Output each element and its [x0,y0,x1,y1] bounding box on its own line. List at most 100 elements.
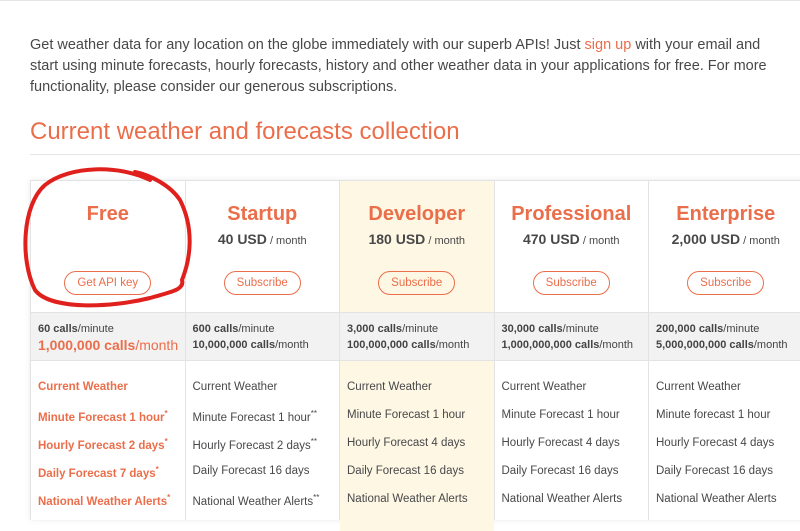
price-amount: 470 USD [522,231,580,247]
feature-item: Daily Forecast 16 days [656,465,800,493]
feature-list: Current Weather Minute Forecast 1 hour* Ho… [31,361,185,531]
subscribe-button[interactable]: Subscribe [378,271,456,295]
feature-item: Minute Forecast 1 hour [347,409,494,437]
feature-list: Current Weather Minute Forecast 1 hour** H… [186,361,340,531]
calls-month-unit: /month [275,339,309,351]
calls-per-minute: 60 calls/minute [38,321,185,337]
feature-item: Current Weather [347,381,494,409]
plan-price: 2,000 USD / month [649,231,800,249]
calls-per-month: 10,000,000 calls/month [193,337,340,353]
plan-header: Startup 40 USD / month Subscribe [186,181,340,312]
feature-label: Hourly Forecast 4 days [656,437,775,449]
plan-name: Enterprise [676,203,776,225]
feature-label: National Weather Alerts [347,493,468,505]
calls-min-unit: /minute [238,323,275,335]
feature-item: National Weather Alerts [656,493,800,521]
calls-min-value: 60 calls [38,323,78,335]
calls-month-value: 1,000,000 calls [38,337,136,353]
feature-label: National Weather Alerts [192,495,314,508]
feature-list: Current Weather Minute forecast 1 hour Hou… [649,361,800,531]
feature-item: Current Weather [38,381,185,409]
price-unit: / month [425,235,466,247]
feature-item: Current Weather [502,381,649,409]
calls-month-value: 10,000,000 calls [192,339,276,351]
price-amount: 180 USD [368,231,426,247]
calls-month-value: 1,000,000,000 calls [501,339,600,351]
plan-header: Professional 470 USD / month Subscribe [495,181,649,312]
feature-label: Hourly Forecast 2 days [38,439,165,452]
feature-item: Minute Forecast 1 hour [502,409,649,437]
calls-min-unit: /minute [723,323,760,335]
plan-price: 40 USD / month [186,231,340,249]
feature-item: Hourly Forecast 4 days [347,437,494,465]
calls-month-value: 100,000,000 calls [347,339,436,351]
feature-footnote-mark: * [167,493,171,502]
calls-month-unit: /month [435,339,470,351]
feature-item: Hourly Forecast 4 days [656,437,800,465]
plan-name: Developer [368,203,466,225]
feature-item: Daily Forecast 16 days [347,465,494,493]
feature-item: Daily Forecast 16 days [502,465,649,493]
get-api-key-button[interactable]: Get API key [64,271,152,295]
plan-header: Enterprise 2,000 USD / month Subscribe [649,181,800,312]
calls-per-month: 100,000,000 calls/month [347,337,494,353]
feature-item: National Weather Alerts [347,493,494,521]
feature-label: Daily Forecast 16 days [347,465,464,477]
feature-item: Daily Forecast 16 days [193,465,340,493]
price-unit: / month [266,235,307,247]
feature-item: Hourly Forecast 4 days [502,437,649,465]
feature-label: National Weather Alerts [656,493,777,505]
plan-call-limits: 600 calls/minute 10,000,000 calls/month [185,312,340,361]
calls-per-minute: 600 calls/minute [193,321,340,337]
feature-label: Current Weather [656,381,741,393]
feature-item: Hourly Forecast 2 days* [38,437,185,465]
feature-footnote-mark: * [155,465,159,474]
top-divider [0,0,800,1]
calls-per-month: 1,000,000 calls/month [38,337,185,353]
plan-price: 470 USD / month [495,231,649,249]
calls-min-value: 200,000 calls [656,323,724,335]
feature-label: Daily Forecast 16 days [192,465,310,477]
feature-label: Current Weather [192,381,278,393]
plan-call-limits: 30,000 calls/minute 1,000,000,000 calls/… [494,312,649,361]
plan-call-limits: 60 calls/minute 1,000,000 calls/month [31,312,185,361]
feature-footnote-mark: ** [310,409,317,418]
pricing-table: Free Get API key 60 calls/minute 1,000,0… [30,180,800,531]
plan-price: 180 USD / month [340,231,494,249]
calls-per-minute: 200,000 calls/minute [656,321,800,337]
feature-label: Hourly Forecast 4 days [501,437,620,449]
subscribe-button[interactable]: Subscribe [532,271,610,295]
feature-label: Minute forecast 1 hour [656,409,771,421]
calls-month-unit: /month [753,339,788,351]
subscribe-button[interactable]: Subscribe [687,271,765,295]
feature-label: National Weather Alerts [38,495,168,508]
calls-per-month: 1,000,000,000 calls/month [502,337,649,353]
plan-price [31,231,185,249]
plan-name: Free [86,203,129,225]
calls-min-unit: /minute [562,323,599,335]
feature-footnote-mark: * [164,409,168,418]
calls-per-minute: 30,000 calls/minute [502,321,649,337]
plan-call-limits: 200,000 calls/minute 5,000,000,000 calls… [649,312,800,361]
feature-label: Minute Forecast 1 hour [501,409,620,421]
feature-label: Current Weather [38,381,128,393]
feature-label: Hourly Forecast 4 days [347,437,466,449]
plan-name: Professional [511,203,632,225]
feature-label: Daily Forecast 16 days [501,465,619,477]
feature-label: Minute Forecast 1 hour [38,411,165,424]
feature-list: Current Weather Minute Forecast 1 hour Hou… [495,361,649,531]
feature-item: Hourly Forecast 2 days** [193,437,340,465]
sign-up-link[interactable]: sign up [585,37,632,53]
feature-label: Minute Forecast 1 hour [192,411,311,424]
feature-list: Current Weather Minute Forecast 1 hour Hou… [340,361,494,531]
calls-per-month: 5,000,000,000 calls/month [656,337,800,353]
feature-footnote-mark: ** [313,493,320,502]
feature-label: National Weather Alerts [501,493,623,505]
feature-item: Minute Forecast 1 hour** [193,409,340,437]
feature-label: Minute Forecast 1 hour [347,409,466,421]
feature-item: Minute Forecast 1 hour* [38,409,185,437]
calls-month-value: 5,000,000,000 calls [656,339,754,351]
feature-item: Current Weather [656,381,800,409]
feature-item: National Weather Alerts [502,493,649,521]
subscribe-button[interactable]: Subscribe [223,271,301,295]
